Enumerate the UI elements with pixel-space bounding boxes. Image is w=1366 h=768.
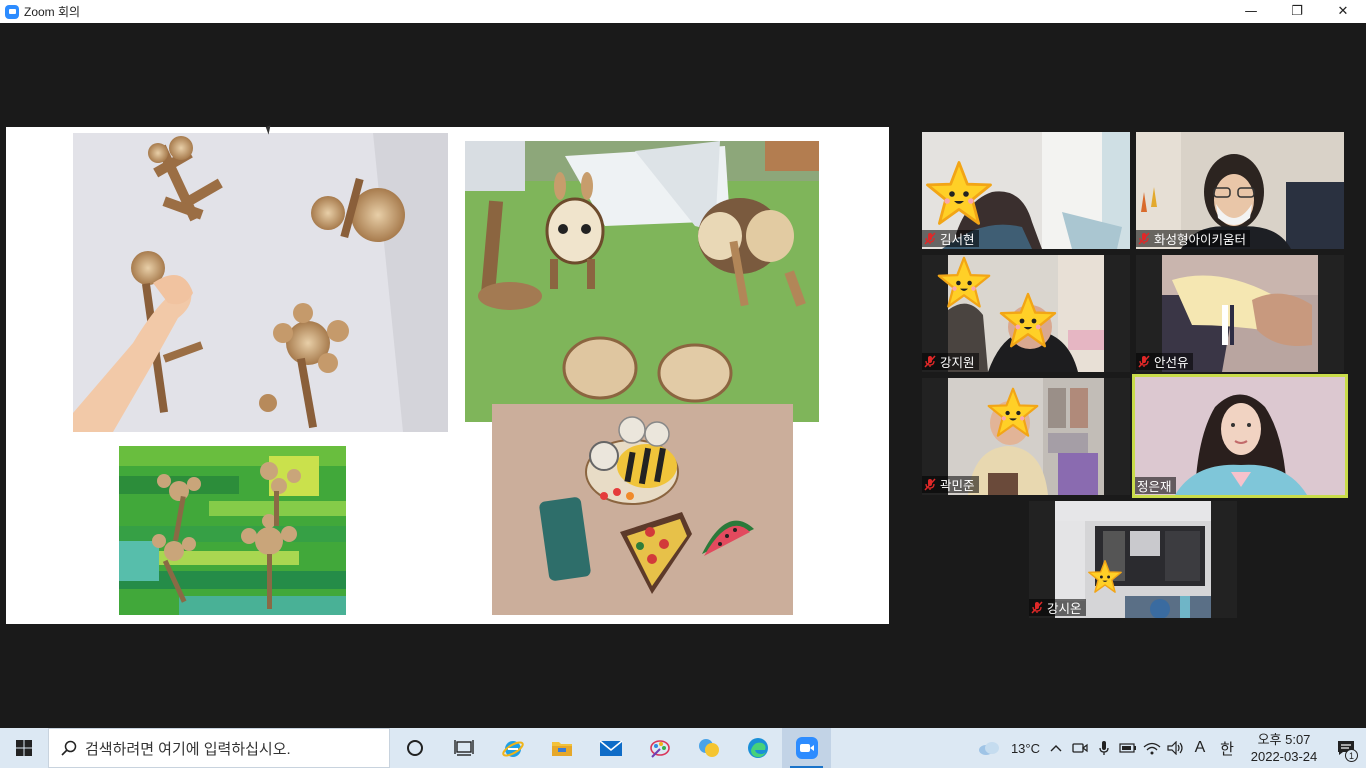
notification-badge: 1 [1345, 749, 1358, 762]
star-sticker-icon [1088, 560, 1122, 593]
wifi-icon [1143, 742, 1161, 755]
cortana-icon [406, 740, 423, 756]
weather-temperature: 13°C [1010, 740, 1040, 756]
chat-button[interactable] [684, 728, 733, 768]
start-button[interactable] [0, 728, 48, 768]
participant-name-bar: 곽민준 [922, 476, 979, 493]
shared-screen [6, 125, 889, 624]
window-title: Zoom 회의 [24, 5, 81, 19]
muted-mic-icon [1138, 355, 1150, 368]
participant-name-bar: 화성형아이키움터 [1136, 230, 1251, 247]
participant-name-bar: 김서현 [922, 230, 979, 247]
participant-name: 강시온 [1047, 602, 1082, 616]
participant-name: 곽민준 [940, 479, 975, 493]
participant-tile[interactable]: 곽민준 [922, 378, 1130, 495]
taskbar-search-box[interactable]: 검색하려면 여기에 입력하십시오. [48, 728, 390, 768]
edge-button[interactable] [733, 728, 782, 768]
task-view-button[interactable] [439, 728, 488, 768]
mail-button[interactable] [586, 728, 635, 768]
cloud-icon [979, 742, 999, 755]
internet-explorer-icon [501, 741, 524, 757]
participant-name: 안선유 [1154, 356, 1189, 370]
participant-name-bar: 강지원 [922, 353, 979, 370]
microphone-icon [1099, 741, 1109, 755]
input-mode-button[interactable]: A [1188, 728, 1212, 768]
paint-button[interactable] [635, 728, 684, 768]
task-view-icon [453, 740, 474, 756]
restore-button[interactable]: ❐ [1274, 0, 1320, 23]
speaker-icon [1167, 741, 1183, 755]
language-button[interactable]: 한 [1212, 728, 1242, 768]
star-sticker-icon [937, 256, 991, 308]
muted-mic-icon [924, 355, 936, 368]
star-sticker-icon [987, 387, 1039, 437]
search-icon [61, 740, 77, 756]
file-explorer-button[interactable] [537, 728, 586, 768]
muted-mic-icon [924, 478, 936, 491]
participant-name: 화성형아이키움터 [1154, 233, 1247, 247]
clock[interactable]: 오후 5:07 2022-03-24 [1242, 728, 1326, 768]
participant-name: 정은재 [1137, 480, 1172, 494]
chevron-up-icon [1050, 745, 1062, 752]
battery-icon [1119, 743, 1136, 753]
zoom-taskbar-button[interactable] [782, 728, 831, 768]
weather-widget[interactable]: 13°C [974, 728, 1044, 768]
network-button[interactable] [1140, 728, 1164, 768]
title-bar: Zoom 회의 — ❐ ✕ [0, 0, 1366, 23]
volume-button[interactable] [1164, 728, 1188, 768]
windows-taskbar: 검색하려면 여기에 입력하십시오. 13°C A 한 오후 5:07 2022-… [0, 728, 1366, 768]
close-button[interactable]: ✕ [1320, 0, 1366, 23]
minimize-button[interactable]: — [1228, 0, 1274, 23]
painted-flowers-photo [119, 446, 346, 615]
windows-logo-icon [16, 740, 32, 756]
star-sticker-icon [999, 292, 1057, 348]
file-explorer-icon [551, 742, 572, 756]
participant-name: 김서현 [940, 233, 975, 247]
battery-button[interactable] [1116, 728, 1140, 768]
wood-craft-wall-photo [73, 133, 448, 432]
painted-crafts-photo [492, 404, 793, 615]
zoom-icon [795, 737, 818, 759]
muted-mic-icon [1138, 232, 1150, 245]
internet-explorer-button[interactable] [488, 728, 537, 768]
clock-time: 오후 5:07 [1257, 732, 1311, 747]
star-sticker-icon [926, 161, 992, 225]
muted-mic-icon [924, 232, 936, 245]
participant-name-bar: 안선유 [1136, 353, 1193, 370]
participant-name-bar: 강시온 [1029, 599, 1086, 616]
microphone-tray-button[interactable] [1092, 728, 1116, 768]
participant-tile[interactable]: 화성형아이키움터 [1136, 132, 1344, 249]
participant-name: 강지원 [940, 356, 975, 370]
zoom-app-icon [5, 4, 19, 19]
mail-icon [598, 740, 623, 756]
notification-center-button[interactable]: 1 [1326, 728, 1366, 768]
participant-tile[interactable]: 강시온 [1029, 501, 1237, 618]
cortana-button[interactable] [390, 728, 439, 768]
wood-animals-photo [465, 141, 819, 422]
participant-tile[interactable]: 안선유 [1136, 255, 1344, 372]
edge-icon [747, 738, 768, 758]
paint-icon [649, 740, 670, 758]
clock-date: 2022-03-24 [1250, 749, 1318, 764]
system-tray: 13°C A 한 오후 5:07 2022-03-24 1 [974, 728, 1366, 768]
show-hidden-icons-button[interactable] [1044, 728, 1068, 768]
chat-icon [698, 739, 719, 757]
participant-tile[interactable]: 김서현 [922, 132, 1130, 249]
participant-tile-active-speaker[interactable]: 정은재 [1132, 374, 1348, 498]
participant-name-bar: 정은재 [1135, 477, 1176, 494]
meet-now-icon [1072, 743, 1088, 753]
meet-now-button[interactable] [1068, 728, 1092, 768]
search-placeholder: 검색하려면 여기에 입력하십시오. [85, 740, 291, 758]
muted-mic-icon [1031, 601, 1043, 614]
participant-tile[interactable]: 강지원 [922, 255, 1130, 372]
